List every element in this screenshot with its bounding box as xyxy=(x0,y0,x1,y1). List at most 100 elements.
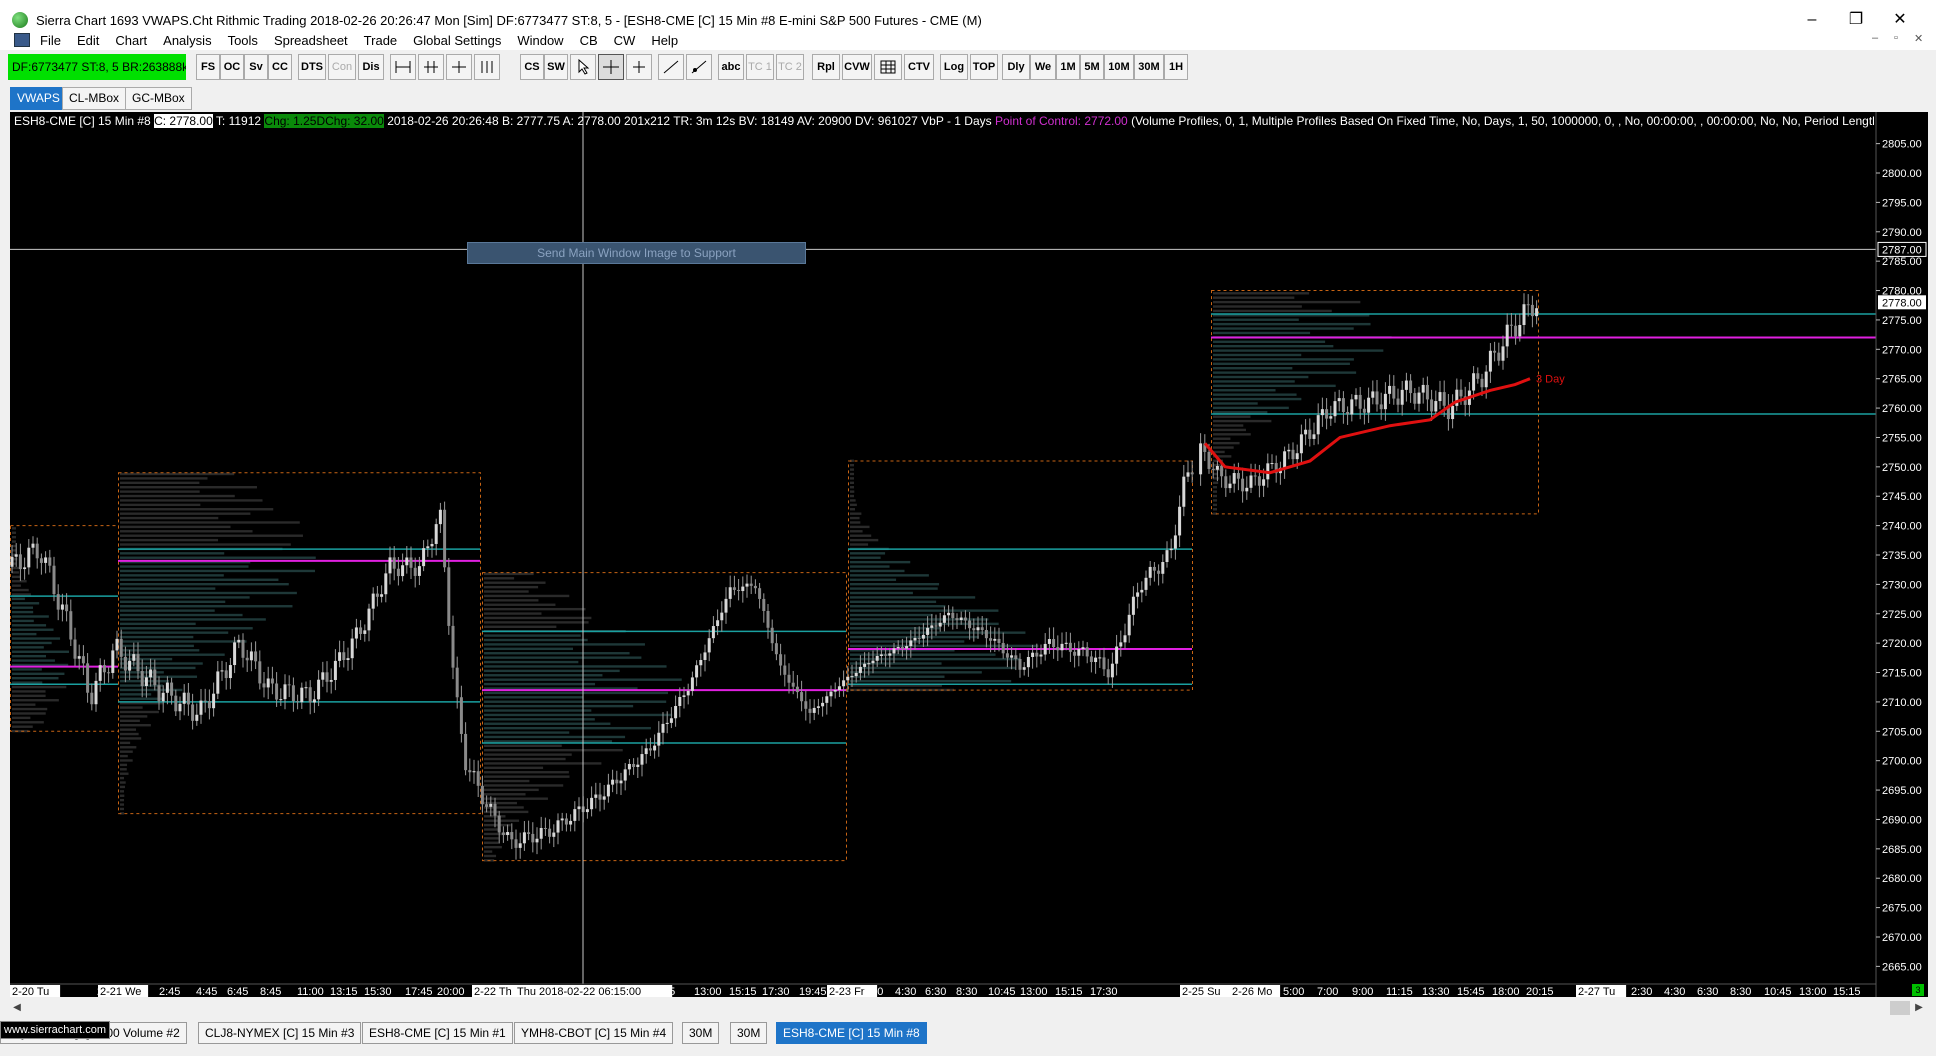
volume-profile-bar xyxy=(12,654,46,658)
tab-cl-mbox[interactable]: CL-MBox xyxy=(62,87,127,110)
tab-esh8-8[interactable]: ESH8-CME [C] 15 Min #8 xyxy=(776,1022,927,1044)
candle-body xyxy=(888,653,892,656)
mdi-minimize-button[interactable]: – xyxy=(1872,32,1878,44)
candle-body xyxy=(1052,639,1056,648)
30m-button[interactable]: 30M xyxy=(1134,54,1164,80)
rpl-button[interactable]: Rpl xyxy=(812,54,840,80)
send-image-to-support-button[interactable]: Send Main Window Image to Support xyxy=(467,242,806,264)
volume-profile-bar xyxy=(12,694,46,698)
scale-in-icon[interactable] xyxy=(418,54,444,80)
daily-button[interactable]: Dly xyxy=(1002,54,1030,80)
dis-button[interactable]: Dis xyxy=(358,54,384,80)
volume-profile-bar xyxy=(1213,344,1334,348)
crosshair-thin-icon[interactable] xyxy=(626,54,652,80)
candle-body xyxy=(241,639,245,658)
menu-window[interactable]: Window xyxy=(517,33,563,48)
candle-body xyxy=(909,640,913,647)
tab-gc-mbox[interactable]: GC-MBox xyxy=(125,87,192,110)
ray-tool-icon[interactable] xyxy=(686,54,712,80)
fit-all-icon[interactable] xyxy=(390,54,416,80)
tc2-button[interactable]: TC 2 xyxy=(776,54,804,80)
price-chart[interactable]: 3 Day 2805.00 2800.00 2795.00 2790.00 2785.00… xyxy=(10,112,1928,997)
candle-body xyxy=(480,785,484,805)
menu-cw[interactable]: CW xyxy=(614,33,636,48)
tab-clj8[interactable]: CLJ8-NYMEX [C] 15 Min #3 xyxy=(198,1022,362,1044)
tc1-button[interactable]: TC 1 xyxy=(746,54,774,80)
volume-profile-bar xyxy=(1213,322,1371,326)
close-button[interactable]: ✕ xyxy=(1882,8,1918,32)
candle-body xyxy=(892,648,896,654)
weekly-button[interactable]: We xyxy=(1030,54,1056,80)
menu-tools[interactable]: Tools xyxy=(228,33,258,48)
mdi-close-button[interactable]: ✕ xyxy=(1914,32,1923,45)
fs-button[interactable]: FS xyxy=(196,54,220,80)
5m-button[interactable]: 5M xyxy=(1080,54,1104,80)
volume-profile-bar xyxy=(1213,503,1217,507)
menu-spreadsheet[interactable]: Spreadsheet xyxy=(274,33,348,48)
candle-body xyxy=(1186,472,1190,477)
crosshair-icon[interactable] xyxy=(598,54,624,80)
minimize-button[interactable]: – xyxy=(1794,8,1830,32)
menu-cb[interactable]: CB xyxy=(580,33,598,48)
tab-30m-a[interactable]: 30M xyxy=(682,1022,720,1044)
ctv-button[interactable]: CTV xyxy=(904,54,934,80)
center-bars-icon[interactable] xyxy=(474,54,500,80)
menu-edit[interactable]: Edit xyxy=(77,33,99,48)
x-tick-label: 2-27 Tu xyxy=(1578,986,1615,997)
sv-button[interactable]: Sv xyxy=(244,54,268,80)
menu-file[interactable]: File xyxy=(40,33,61,48)
horizontal-scrollbar[interactable]: ◀ ▶ xyxy=(10,999,1928,1017)
sw-button[interactable]: SW xyxy=(544,54,568,80)
x-tick-label: 2-21 We xyxy=(100,986,141,997)
10m-button[interactable]: 10M xyxy=(1104,54,1134,80)
tab-esh8-1[interactable]: ESH8-CME [C] 15 Min #1 xyxy=(362,1022,513,1044)
candle-body xyxy=(497,815,501,833)
candle-body xyxy=(451,625,455,668)
candle-body xyxy=(367,608,371,631)
info-close: C: 2778.00 xyxy=(154,114,213,128)
chart-panel[interactable]: 3 Day 2805.00 2800.00 2795.00 2790.00 2785.00… xyxy=(10,112,1928,997)
candle-body xyxy=(602,796,606,800)
menu-global-settings[interactable]: Global Settings xyxy=(413,33,501,48)
candle-body xyxy=(165,682,169,693)
cc-button[interactable]: CC xyxy=(268,54,292,80)
menu-trade[interactable]: Trade xyxy=(364,33,397,48)
top-button[interactable]: TOP xyxy=(970,54,998,80)
dom-grid-icon[interactable] xyxy=(874,54,902,80)
1h-button[interactable]: 1H xyxy=(1164,54,1188,80)
1m-button[interactable]: 1M xyxy=(1056,54,1080,80)
con-button[interactable]: Con xyxy=(328,54,356,80)
candle-body xyxy=(695,665,699,678)
maximize-button[interactable]: ❐ xyxy=(1838,8,1874,32)
candle-body xyxy=(594,794,598,798)
cvw-button[interactable]: CVW xyxy=(842,54,872,80)
corner-badge: 3 xyxy=(1912,984,1924,996)
candle-body xyxy=(199,700,203,715)
volume-profile-bar xyxy=(484,696,584,699)
scroll-left-icon[interactable]: ◀ xyxy=(10,1001,24,1015)
scale-out-icon[interactable] xyxy=(446,54,472,80)
scroll-right-icon[interactable]: ▶ xyxy=(1912,1001,1926,1015)
cs-button[interactable]: CS xyxy=(520,54,544,80)
tab-vwaps[interactable]: VWAPS xyxy=(10,87,67,110)
pointer-icon[interactable] xyxy=(570,54,596,80)
candle-body xyxy=(300,687,304,703)
scroll-thumb[interactable] xyxy=(1890,1001,1910,1015)
tab-ymh8[interactable]: YMH8-CBOT [C] 15 Min #4 xyxy=(514,1022,674,1044)
tab-30m-b[interactable]: 30M xyxy=(730,1022,768,1044)
oc-button[interactable]: OC xyxy=(220,54,244,80)
menu-chart[interactable]: Chart xyxy=(115,33,147,48)
volume-profile-bar xyxy=(850,468,854,471)
volume-profile-bar xyxy=(120,640,247,643)
text-tool-button[interactable]: abc xyxy=(718,54,744,80)
candle-body xyxy=(375,593,379,597)
volume-profile-bar xyxy=(1213,318,1299,321)
dts-button[interactable]: DTS xyxy=(298,54,326,80)
menu-analysis[interactable]: Analysis xyxy=(163,33,211,48)
menu-help[interactable]: Help xyxy=(651,33,678,48)
document-icon[interactable] xyxy=(14,33,30,47)
line-tool-icon[interactable] xyxy=(658,54,684,80)
log-button[interactable]: Log xyxy=(940,54,968,80)
x-tick-label: 19:45 xyxy=(799,986,827,997)
mdi-restore-button[interactable]: ▫ xyxy=(1894,32,1898,44)
